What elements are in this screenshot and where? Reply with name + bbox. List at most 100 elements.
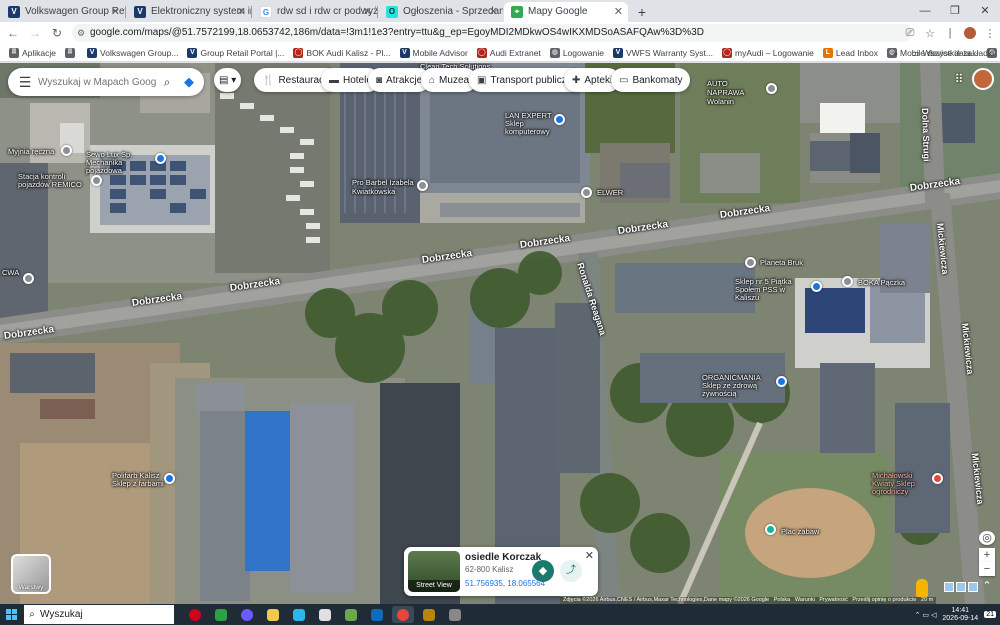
my-location-button[interactable]: ◎: [979, 531, 995, 545]
browser-tab[interactable]: VElektroniczny system informacji✕: [127, 2, 251, 22]
chevron-right-icon[interactable]: »: [893, 48, 898, 58]
bookmark-item[interactable]: V Group Retail Portal |...: [187, 47, 284, 58]
privacy-link[interactable]: Prywatność: [819, 597, 847, 603]
place-label[interactable]: Sewo Lux Sp. Mechanika pojazdowa: [86, 151, 154, 175]
url-field[interactable]: ⚙ google.com/maps/@51.7572199,18.0653742,…: [72, 24, 912, 42]
shop-pin-icon[interactable]: [932, 473, 943, 484]
bookmark-item[interactable]: V Mobile Advisor: [399, 47, 468, 58]
chip-atms[interactable]: ▭ Bankomaty: [611, 68, 691, 92]
profile-avatar[interactable]: [960, 27, 980, 40]
layer-tiles[interactable]: [944, 582, 978, 592]
place-coordinates[interactable]: 51.756935, 18.065564: [465, 579, 545, 588]
place-label[interactable]: Sklep nr 5 Piątka Społem PSS w Kaliszu: [735, 278, 809, 302]
minimize-button[interactable]: —: [910, 0, 940, 22]
bookmark-item[interactable]: ⠿ Aplikacje: [9, 47, 56, 58]
shop-pin-icon[interactable]: [155, 153, 166, 164]
place-label[interactable]: Planeta Bruk: [760, 258, 803, 267]
place-label[interactable]: ORGANICMANIA Sklep ze zdrową żywnością: [702, 374, 774, 398]
browser-tab-active[interactable]: ⌖ Mapy Google ✕: [504, 2, 628, 22]
zoom-in-button[interactable]: +: [979, 548, 995, 562]
tile[interactable]: [956, 582, 966, 592]
outlook-icon[interactable]: [366, 606, 388, 623]
layers-button[interactable]: Warstwy: [11, 554, 51, 594]
menu-icon[interactable]: ☰: [12, 74, 38, 91]
directions-button[interactable]: ◆: [532, 560, 554, 582]
volume-icon[interactable]: ◁: [931, 611, 936, 619]
app-icon[interactable]: [288, 606, 310, 623]
bookmark-item[interactable]: ◯ myAudi – Logowanie: [722, 47, 814, 58]
shop-pin-icon[interactable]: [811, 281, 822, 292]
place-label[interactable]: AUTO NAPRAWA Wolanin: [707, 79, 765, 106]
tray-chevron-icon[interactable]: ⌃: [915, 611, 921, 619]
bookmark-item[interactable]: ◯ Audi Extranet: [476, 47, 541, 58]
restore-button[interactable]: ❐: [940, 0, 970, 22]
browser-tab[interactable]: OOgłoszenia - Sprzedam, kupię -✕: [379, 2, 503, 22]
place-pin-icon[interactable]: [581, 187, 592, 198]
shop-pin-icon[interactable]: [554, 114, 565, 125]
country-link[interactable]: Polska: [774, 597, 791, 603]
shop-pin-icon[interactable]: [164, 473, 175, 484]
close-icon[interactable]: ✕: [111, 2, 120, 22]
reload-button[interactable]: ↻: [48, 24, 66, 42]
satellite-map[interactable]: Dobrzecka Dobrzecka Dobrzecka Dobrzecka …: [0, 63, 1000, 604]
bookmark-item[interactable]: V Volkswagen Group...: [87, 47, 178, 58]
place-label[interactable]: Michałowski Kwiaty Sklep ogrodniczy: [872, 472, 930, 496]
tile[interactable]: [968, 582, 978, 592]
place-pin-icon[interactable]: [842, 276, 853, 287]
browser-tab[interactable]: VVolkswagen Group Retail Portal✕: [1, 2, 125, 22]
forward-button[interactable]: →: [26, 24, 44, 42]
app-icon[interactable]: [236, 606, 258, 623]
close-icon[interactable]: ✕: [363, 2, 372, 22]
close-icon[interactable]: ✕: [489, 2, 498, 22]
bookmark-item[interactable]: ◍ Logowanie: [549, 47, 604, 58]
place-label[interactable]: Plac zabaw: [781, 527, 819, 536]
app-icon[interactable]: [340, 606, 362, 623]
start-button[interactable]: [0, 604, 22, 625]
clock[interactable]: 14:41 2026-09-14: [942, 607, 978, 623]
all-bookmarks[interactable]: » ▭ Wszystkie zakładki: [893, 44, 994, 61]
map-search-box[interactable]: ☰ Wyszukaj w Mapach Google ⌕ ◆: [8, 68, 204, 96]
bookmark-item[interactable]: ⠿: [65, 47, 78, 58]
place-pin-icon[interactable]: [23, 273, 34, 284]
window-close-button[interactable]: ✕: [970, 0, 1000, 22]
menu-dots-icon[interactable]: ⋮: [980, 27, 1000, 40]
place-thumbnail[interactable]: Street View: [408, 551, 460, 592]
site-info-icon[interactable]: ⚙: [77, 24, 85, 42]
browser-tab[interactable]: Grdw sd i rdw cr podwyższone -✕: [253, 2, 377, 22]
file-explorer-icon[interactable]: [262, 606, 284, 623]
cast-icon[interactable]: ⎚: [900, 27, 920, 40]
opera-app-icon[interactable]: [184, 606, 206, 623]
new-tab-button[interactable]: +: [632, 2, 652, 22]
saved-places-button[interactable]: ▤ ▾: [214, 68, 242, 92]
app-icon[interactable]: [210, 606, 232, 623]
bookmark-item[interactable]: L Lead Inbox: [822, 47, 878, 58]
shop-pin-icon[interactable]: [776, 376, 787, 387]
bookmark-item[interactable]: ◯ BOK Audi Kalisz - Pl...: [293, 47, 391, 58]
chrome-icon[interactable]: [392, 606, 414, 623]
avatar[interactable]: [972, 68, 994, 90]
bookmark-item[interactable]: V VWFS Warranty Syst...: [612, 47, 713, 58]
terms-link[interactable]: Warunki: [795, 597, 815, 603]
place-name[interactable]: osiedle Korczak: [465, 552, 541, 563]
place-info-card[interactable]: Street View osiedle Korczak 62-800 Kalis…: [404, 547, 598, 596]
close-icon[interactable]: ✕: [614, 2, 623, 22]
back-button[interactable]: ←: [4, 24, 22, 42]
place-pin-icon[interactable]: [417, 180, 428, 191]
network-icon[interactable]: ▭: [922, 611, 929, 619]
search-input[interactable]: Wyszukaj w Mapach Google: [38, 77, 156, 88]
app-icon[interactable]: [418, 606, 440, 623]
place-label[interactable]: CWA: [2, 268, 19, 277]
place-pin-icon[interactable]: [766, 83, 777, 94]
taskbar-search[interactable]: ⌕ Wyszukaj: [24, 605, 174, 624]
bookmark-star-icon[interactable]: ☆: [920, 27, 940, 40]
close-icon[interactable]: ✕: [237, 2, 246, 22]
expand-icon[interactable]: ⌃: [979, 579, 995, 593]
pegman-icon[interactable]: [916, 579, 928, 597]
app-icon[interactable]: [444, 606, 466, 623]
app-icon[interactable]: [314, 606, 336, 623]
place-pin-icon[interactable]: [91, 175, 102, 186]
google-apps-icon[interactable]: ⠿: [950, 70, 968, 88]
scale-label[interactable]: 20 m: [921, 597, 933, 603]
street-view-label[interactable]: Street View: [408, 580, 460, 592]
place-label[interactable]: Polifarb Kalisz Sklep z farbami: [112, 472, 164, 488]
